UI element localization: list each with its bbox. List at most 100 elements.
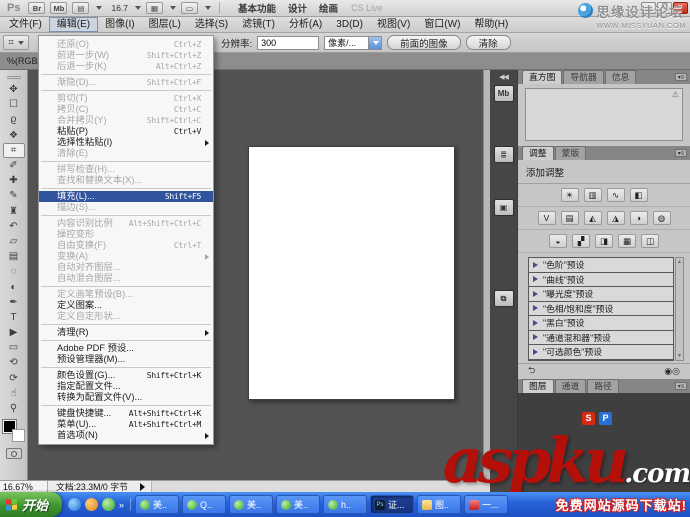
preset-row[interactable]: "黑白"预设 [529,316,673,331]
curves-icon[interactable]: ∿ [607,188,625,202]
menu-item-menus[interactable]: 菜单(U)... Alt+Shift+Ctrl+M [39,419,213,430]
menu-item-purge[interactable]: 清理(R) [39,327,213,338]
view-extras-button[interactable]: ▤ [72,2,89,14]
panel-menu-icon[interactable]: ▾≡ [675,149,687,157]
eraser-tool-icon[interactable]: ▱ [3,234,25,249]
menu-item-puppet-warp[interactable]: 操控变形 [39,229,213,240]
clone-stamp-tool-icon[interactable]: ♜ [3,204,25,219]
clone-source-panel-icon[interactable]: ⧉ [494,290,514,307]
brightness-contrast-icon[interactable]: ☀ [561,188,579,202]
history-brush-tool-icon[interactable]: ↶ [3,219,25,234]
menu-item-check-spelling[interactable]: 拼写检查(H)... [39,164,213,175]
tab-info[interactable]: 信息 [605,70,637,84]
tab-histogram[interactable]: 直方图 [522,70,562,84]
tab-layers[interactable]: 图层 [522,379,554,393]
document-canvas[interactable] [248,146,455,400]
hand-tool-icon[interactable]: ☝ [3,386,25,401]
zoom-level-control[interactable]: 16.7 [111,3,128,13]
menu-item-free-transform[interactable]: 自由变换(F) Ctrl+T [39,240,213,251]
black-white-icon[interactable]: ◮ [607,211,625,225]
pen-tool-icon[interactable]: ✒ [3,295,25,310]
marquee-tool-icon[interactable]: ☐ [3,97,25,112]
tab-masks[interactable]: 蒙版 [555,146,587,160]
tab-navigator[interactable]: 导航器 [563,70,603,84]
expand-triangle-icon[interactable] [533,262,538,268]
posterize-icon[interactable]: ▞ [572,234,590,248]
healing-brush-tool-icon[interactable]: ✚ [3,173,25,188]
screen-mode-dropdown-icon[interactable] [205,6,211,10]
menu-item-auto-align-layers[interactable]: 自动对齐图层... [39,262,213,273]
3d-rotate-tool-icon[interactable]: ⟲ [3,355,25,370]
arrange-dropdown-icon[interactable] [170,6,176,10]
menu-item-preferences[interactable]: 首选项(N) [39,430,213,441]
expand-triangle-icon[interactable] [533,334,538,340]
menu-bar-item[interactable]: 选择(S) [188,17,235,32]
expand-triangle-icon[interactable] [533,349,538,355]
collapse-dock-icon[interactable]: ◀◀ [499,73,508,81]
zoom-tool-icon[interactable]: ⚲ [3,401,25,416]
menu-item-preset-manager[interactable]: 预设管理器(M)... [39,354,213,365]
mini-bridge-icon[interactable]: Mb [494,85,514,102]
taskbar-button-8[interactable]: 一... [464,495,508,514]
menu-item-paste-special[interactable]: 选择性粘贴(I) [39,137,213,148]
horizontal-scrollbar[interactable] [151,481,490,492]
menu-item-clear[interactable]: 清除(E) [39,148,213,159]
menu-item-copy[interactable]: 拷贝(C) Ctrl+C [39,104,213,115]
menu-bar-item[interactable]: 3D(D) [329,17,370,32]
menu-item-auto-blend-layers[interactable]: 自动混合图层... [39,273,213,284]
preset-row[interactable]: "通道混和器"预设 [529,331,673,346]
selective-color-icon[interactable]: ◫ [641,234,659,248]
menu-item-paste[interactable]: 粘贴(P) Ctrl+V [39,126,213,137]
menu-item-define-brush[interactable]: 定义画笔预设(B)... [39,289,213,300]
menu-item-step-backward[interactable]: 后退一步(K) Alt+Ctrl+Z [39,61,213,72]
menu-bar-item[interactable]: 文件(F) [2,17,49,32]
3d-orbit-tool-icon[interactable]: ⟳ [3,371,25,386]
menu-item-copy-merged[interactable]: 合并拷贝(Y) Shift+Ctrl+C [39,115,213,126]
tab-adjustments[interactable]: 调整 [522,146,554,160]
menu-item-step-forward[interactable]: 前进一步(W) Shift+Ctrl+Z [39,50,213,61]
panel-menu-icon[interactable]: ▾≡ [675,382,687,390]
gradient-map-icon[interactable]: ▦ [618,234,636,248]
menu-item-pdf-presets[interactable]: Adobe PDF 预设... [39,343,213,354]
view-extras-dropdown-icon[interactable] [96,6,102,10]
menu-item-undo[interactable]: 还原(O) Ctrl+Z [39,39,213,50]
levels-icon[interactable]: ▥ [584,188,602,202]
tab-paths[interactable]: 路径 [587,379,619,393]
blur-tool-icon[interactable]: ◌ [3,264,25,279]
vibrance-icon[interactable]: V [538,211,556,225]
styles-panel-icon[interactable]: ▣ [494,199,514,216]
move-tool-icon[interactable]: ✥ [3,82,25,97]
scroll-down-icon[interactable]: ▼ [677,353,682,359]
front-image-button[interactable]: 前面的图像 [387,35,461,50]
arrange-documents-button[interactable]: ▦ [146,2,163,14]
taskbar-button-photoshop[interactable]: Ps 证... [370,495,414,514]
menu-item-fill[interactable]: 填充(L)... Shift+F5 [39,191,213,202]
expand-triangle-icon[interactable] [533,320,538,326]
menu-item-stroke[interactable]: 描边(S)... [39,202,213,213]
expand-triangle-icon[interactable] [533,305,538,311]
resolution-unit-select[interactable]: 像素/... [324,36,382,50]
quick-mask-button[interactable] [6,448,22,459]
eyedropper-tool-icon[interactable]: ✐ [3,158,25,173]
menu-item-keyboard-shortcuts[interactable]: 键盘快捷键... Alt+Shift+Ctrl+K [39,408,213,419]
zoom-percentage-field[interactable]: 16.67% [0,481,48,492]
menu-item-fade[interactable]: 渐隐(D)... Shift+Ctrl+F [39,77,213,88]
hue-saturation-icon[interactable]: ▤ [561,211,579,225]
channel-mixer-icon[interactable]: ◍ [653,211,671,225]
menu-bar-item[interactable]: 图像(I) [98,17,141,32]
start-button[interactable]: 开始 [0,492,62,517]
menu-bar-item[interactable]: 视图(V) [370,17,417,32]
vertical-scrollbar[interactable] [483,70,490,480]
color-balance-icon[interactable]: ◭ [584,211,602,225]
menu-item-find-replace[interactable]: 查找和替换文本(X)... [39,175,213,186]
taskbar-button-4[interactable]: 美.. [276,495,320,514]
photo-filter-icon[interactable]: ◑ [630,211,648,225]
status-menu-arrow-icon[interactable] [140,483,145,491]
preset-scrollbar[interactable]: ▲ ▼ [675,257,684,361]
cs-live-button[interactable]: CS Live [351,3,383,13]
zoom-dropdown-icon[interactable] [135,6,141,10]
menu-item-convert-profile[interactable]: 转换为配置文件(V)... [39,392,213,403]
bridge-button[interactable]: Br [28,2,45,14]
menu-bar-item[interactable]: 图层(L) [142,17,188,32]
scroll-up-icon[interactable]: ▲ [677,259,682,265]
